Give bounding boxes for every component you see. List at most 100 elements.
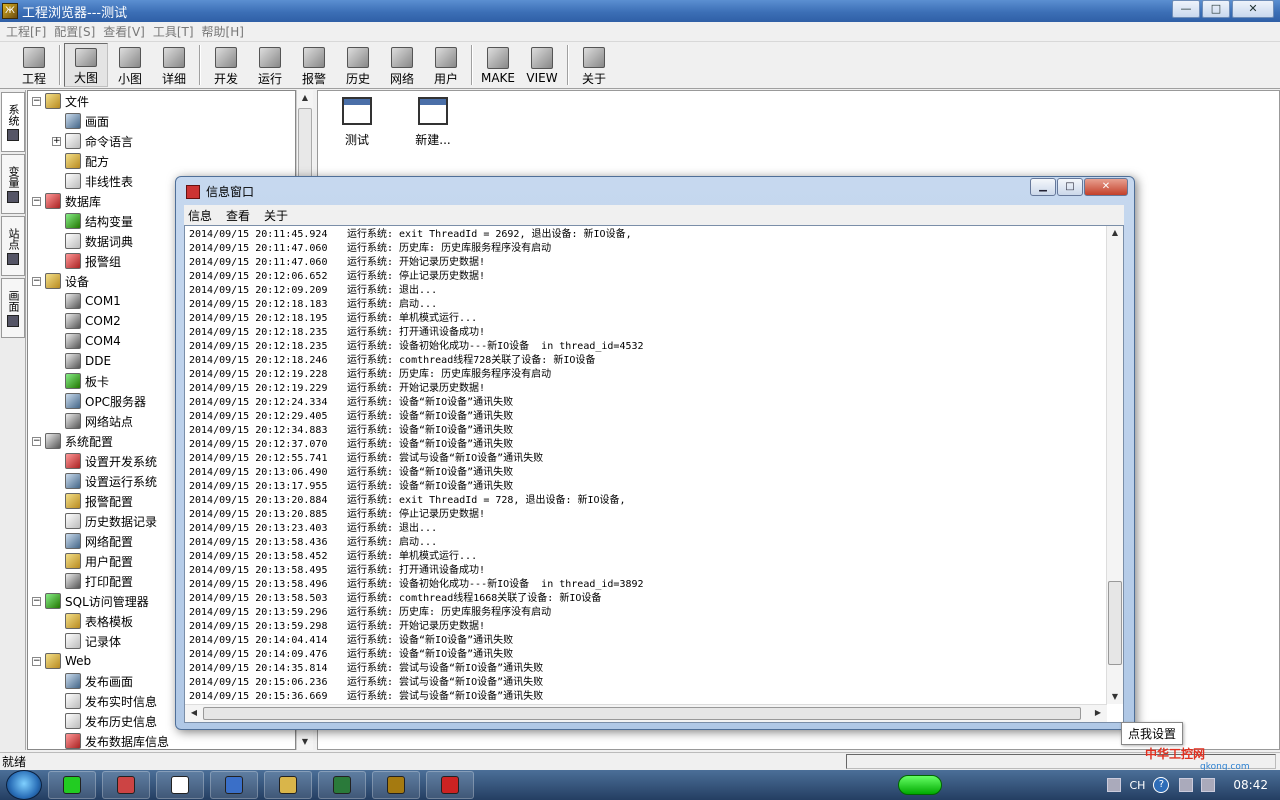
tree-item[interactable]: − 数据库 bbox=[32, 191, 101, 211]
vtab-2[interactable]: 站点 bbox=[1, 216, 25, 276]
flag-tray-icon[interactable] bbox=[1179, 778, 1194, 792]
toolbar-button-0[interactable]: 工程 bbox=[12, 43, 56, 87]
start-button[interactable] bbox=[6, 770, 42, 800]
scroll-right-arrow-icon[interactable]: ▶ bbox=[1091, 706, 1105, 720]
menu-item-4[interactable]: 帮助[H] bbox=[202, 23, 244, 40]
toolbar-button-11[interactable]: 用户 bbox=[424, 43, 468, 87]
info-close-button[interactable]: ✕ bbox=[1084, 178, 1128, 196]
tree-item[interactable]: 数据词典 bbox=[52, 231, 133, 251]
tree-toggle-icon[interactable]: − bbox=[32, 596, 41, 606]
taskbar-app-4[interactable] bbox=[264, 771, 312, 799]
log-timestamp: 2014/09/15 20:12:18.246 bbox=[189, 355, 328, 366]
maximize-button[interactable]: □ bbox=[1202, 0, 1230, 18]
tree-item[interactable]: − SQL访问管理器 bbox=[32, 591, 149, 611]
tree-item[interactable]: 记录体 bbox=[52, 631, 121, 651]
info-menu-item-0[interactable]: 信息 bbox=[188, 207, 212, 224]
tree-item[interactable]: 发布画面 bbox=[52, 671, 133, 691]
tree-item[interactable]: 板卡 bbox=[52, 371, 109, 391]
menu-item-2[interactable]: 查看[V] bbox=[103, 23, 145, 40]
minimize-button[interactable]: — bbox=[1172, 0, 1200, 18]
log-horizontal-scrollbar[interactable]: ◀ ▶ bbox=[185, 704, 1107, 722]
scroll-up-arrow-icon[interactable]: ▲ bbox=[1107, 226, 1123, 240]
tree-item[interactable]: COM4 bbox=[52, 331, 121, 351]
info-menu-item-1[interactable]: 查看 bbox=[226, 207, 250, 224]
tree-item[interactable]: 历史数据记录 bbox=[52, 511, 157, 531]
tree-item[interactable]: 表格模板 bbox=[52, 611, 133, 631]
menu-item-0[interactable]: 工程[F] bbox=[6, 23, 46, 40]
tree-item[interactable]: COM1 bbox=[52, 291, 121, 311]
info-maximize-button[interactable]: □ bbox=[1057, 178, 1083, 196]
log-hscroll-thumb[interactable] bbox=[203, 707, 1081, 720]
toolbar-button-9[interactable]: 历史 bbox=[336, 43, 380, 87]
network-tray-icon[interactable] bbox=[1107, 778, 1122, 792]
tree-item[interactable]: 结构变量 bbox=[52, 211, 133, 231]
toolbar-button-7[interactable]: 运行 bbox=[248, 43, 292, 87]
volume-tray-icon[interactable] bbox=[1201, 778, 1216, 792]
taskbar-app-1[interactable] bbox=[102, 771, 150, 799]
green-indicator-icon[interactable] bbox=[898, 775, 942, 795]
tree-item[interactable]: 网络站点 bbox=[52, 411, 133, 431]
tree-item[interactable]: − 系统配置 bbox=[32, 431, 113, 451]
tree-item[interactable]: DDE bbox=[52, 351, 111, 371]
menu-item-3[interactable]: 工具[T] bbox=[153, 23, 194, 40]
scroll-down-arrow-icon[interactable]: ▼ bbox=[297, 734, 313, 750]
toolbar-button-16[interactable]: 关于 bbox=[572, 43, 616, 87]
info-minimize-button[interactable]: ▁ bbox=[1030, 178, 1056, 196]
toolbar-button-4[interactable]: 详细 bbox=[152, 43, 196, 87]
main-item-1[interactable]: 新建... bbox=[398, 97, 468, 148]
tree-item[interactable]: − 文件 bbox=[32, 91, 89, 111]
tree-item[interactable]: 非线性表 bbox=[52, 171, 133, 191]
tree-item[interactable]: − 设备 bbox=[32, 271, 89, 291]
tree-item[interactable]: 打印配置 bbox=[52, 571, 133, 591]
tree-item[interactable]: 设置开发系统 bbox=[52, 451, 157, 471]
info-menu-item-2[interactable]: 关于 bbox=[264, 207, 288, 224]
scroll-up-arrow-icon[interactable]: ▲ bbox=[297, 90, 313, 106]
tree-item[interactable]: 报警配置 bbox=[52, 491, 133, 511]
tree-item[interactable]: 发布实时信息 bbox=[52, 691, 157, 711]
tree-item[interactable]: 画面 bbox=[52, 111, 109, 131]
tree-toggle-icon[interactable]: − bbox=[32, 96, 41, 106]
taskbar-app-3[interactable] bbox=[210, 771, 258, 799]
tree-item[interactable]: 配方 bbox=[52, 151, 109, 171]
close-button[interactable]: ✕ bbox=[1232, 0, 1274, 18]
main-item-0[interactable]: 测试 bbox=[322, 97, 392, 148]
toolbar-button-13[interactable]: MAKE bbox=[476, 43, 520, 87]
taskbar-app-5[interactable] bbox=[318, 771, 366, 799]
tree-item[interactable]: 设置运行系统 bbox=[52, 471, 157, 491]
toolbar-button-6[interactable]: 开发 bbox=[204, 43, 248, 87]
log-vertical-scrollbar[interactable]: ▲ ▼ bbox=[1106, 226, 1123, 704]
taskbar-app-2[interactable] bbox=[156, 771, 204, 799]
tree-item[interactable]: OPC服务器 bbox=[52, 391, 146, 411]
taskbar-app-0[interactable] bbox=[48, 771, 96, 799]
input-language[interactable]: CH bbox=[1129, 779, 1145, 792]
tree-toggle-icon[interactable]: − bbox=[32, 436, 41, 446]
log-scroll-thumb[interactable] bbox=[1108, 581, 1122, 665]
vtab-1[interactable]: 变量 bbox=[1, 154, 25, 214]
clock[interactable]: 08:42 bbox=[1233, 778, 1268, 792]
tree-toggle-icon[interactable]: − bbox=[32, 656, 41, 666]
vtab-3[interactable]: 画面 bbox=[1, 278, 25, 338]
tree-item[interactable]: 用户配置 bbox=[52, 551, 133, 571]
tree-toggle-icon[interactable]: − bbox=[32, 196, 41, 206]
scroll-left-arrow-icon[interactable]: ◀ bbox=[187, 706, 201, 720]
tree-item[interactable]: − Web bbox=[32, 651, 91, 671]
tree-item[interactable]: 报警组 bbox=[52, 251, 121, 271]
taskbar-app-7[interactable] bbox=[426, 771, 474, 799]
toolbar-button-10[interactable]: 网络 bbox=[380, 43, 424, 87]
tree-item[interactable]: 网络配置 bbox=[52, 531, 133, 551]
taskbar-app-6[interactable] bbox=[372, 771, 420, 799]
vtab-0[interactable]: 系统 bbox=[1, 92, 25, 152]
toolbar-button-2[interactable]: 大图 bbox=[64, 43, 108, 87]
toolbar-button-14[interactable]: VIEW bbox=[520, 43, 564, 87]
tree-item[interactable]: + 命令语言 bbox=[52, 131, 133, 151]
toolbar-button-8[interactable]: 报警 bbox=[292, 43, 336, 87]
tree-toggle-icon[interactable]: − bbox=[32, 276, 41, 286]
tree-item[interactable]: 发布数据库信息 bbox=[52, 731, 169, 749]
toolbar-button-3[interactable]: 小图 bbox=[108, 43, 152, 87]
menu-item-1[interactable]: 配置[S] bbox=[54, 23, 95, 40]
tree-toggle-icon[interactable]: + bbox=[52, 136, 61, 146]
help-icon[interactable]: ? bbox=[1153, 777, 1170, 793]
scroll-down-arrow-icon[interactable]: ▼ bbox=[1107, 690, 1123, 704]
tree-item[interactable]: COM2 bbox=[52, 311, 121, 331]
tree-item[interactable]: 发布历史信息 bbox=[52, 711, 157, 731]
